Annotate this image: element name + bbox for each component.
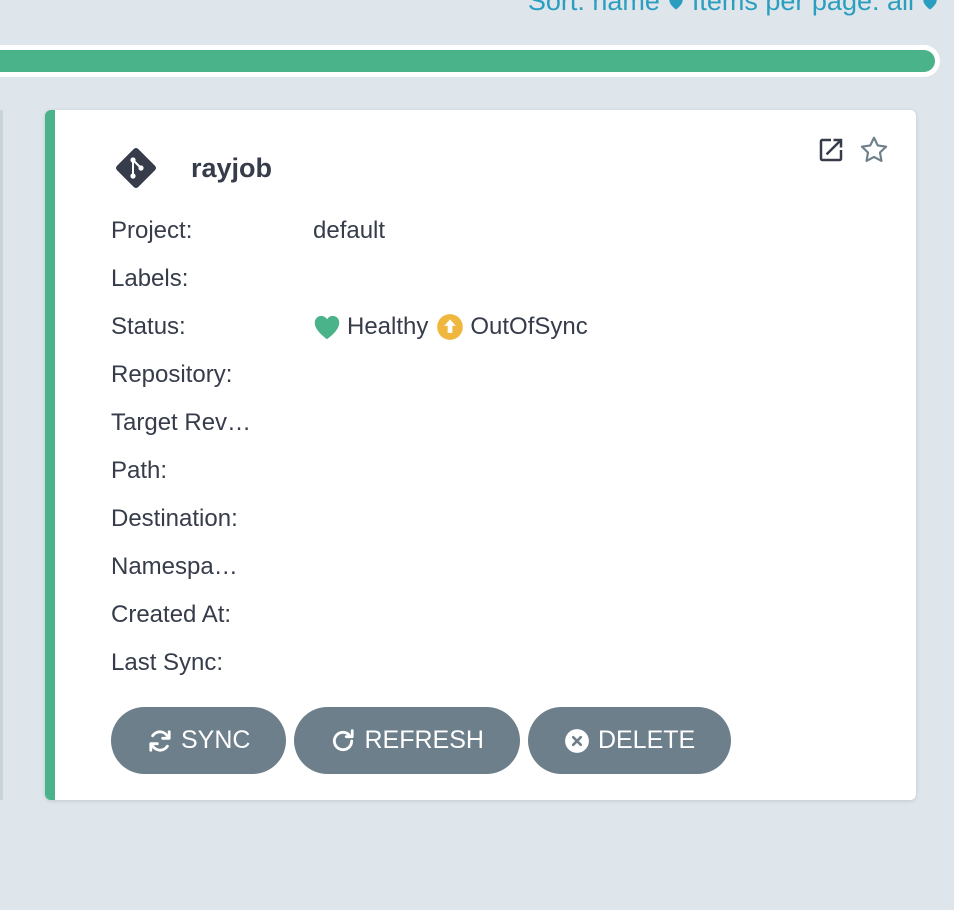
- times-circle-icon: [565, 728, 589, 753]
- health-status: Healthy: [347, 313, 429, 340]
- field-label: Status:: [111, 313, 186, 340]
- field-label: Labels:: [111, 265, 189, 292]
- sync-button-label: SYNC: [181, 726, 251, 754]
- field-label: Created At:: [111, 601, 232, 628]
- arrow-up-circle-icon: [437, 314, 464, 340]
- field-project: Project: default: [111, 207, 588, 255]
- tile-actions: [816, 134, 890, 166]
- field-label: Destination:: [111, 505, 238, 532]
- refresh-icon: [333, 728, 355, 751]
- field-label: Last Sync:: [111, 649, 224, 676]
- sort-dropdown[interactable]: Sort: name: [528, 0, 660, 17]
- field-label: Target Rev…: [111, 409, 252, 436]
- field-labels: Labels:: [111, 255, 588, 303]
- sync-icon: [149, 729, 171, 752]
- delete-button-label: DELETE: [597, 726, 696, 754]
- sync-status: OutOfSync: [470, 313, 588, 340]
- chevron-down-icon[interactable]: [666, 0, 686, 12]
- delete-button[interactable]: DELETE: [527, 707, 732, 774]
- application-tile[interactable]: rayjob Project: default Labels: Status: …: [45, 110, 916, 800]
- field-label: Path:: [111, 457, 168, 484]
- app-details: Project: default Labels: Status: Healthy…: [111, 207, 588, 687]
- heart-icon: [314, 315, 340, 340]
- status-value: Healthy OutOfSync: [313, 313, 588, 341]
- field-destination: Destination:: [111, 495, 588, 543]
- external-link-icon[interactable]: [816, 135, 846, 165]
- git-icon: [116, 148, 156, 188]
- field-target-revision: Target Rev…: [111, 399, 588, 447]
- field-label: Repository:: [111, 361, 233, 388]
- field-path: Path:: [111, 447, 588, 495]
- status-progress-fill: [0, 50, 935, 72]
- tile-buttons: SYNC REFRESH DELETE: [111, 707, 732, 774]
- app-header: rayjob: [111, 143, 272, 193]
- field-created-at: Created At:: [111, 591, 588, 639]
- field-label: Project:: [111, 217, 193, 244]
- adjacent-card-edge: [0, 110, 3, 800]
- sync-button[interactable]: SYNC: [111, 707, 287, 774]
- app-name[interactable]: rayjob: [191, 153, 272, 184]
- sort-bar: Sort: name Items per page: all: [528, 0, 940, 17]
- field-repository: Repository:: [111, 351, 588, 399]
- field-status: Status: Healthy OutOfSync: [111, 303, 588, 351]
- refresh-button-label: REFRESH: [364, 726, 484, 754]
- field-label: Namespa…: [111, 553, 238, 580]
- star-icon[interactable]: [858, 134, 890, 166]
- chevron-down-icon[interactable]: [920, 0, 940, 12]
- items-per-page-dropdown[interactable]: Items per page: all: [692, 0, 914, 17]
- field-last-sync: Last Sync:: [111, 639, 588, 687]
- refresh-button[interactable]: REFRESH: [294, 707, 520, 774]
- field-namespace: Namespa…: [111, 543, 588, 591]
- status-progress-bar: [0, 45, 940, 77]
- field-value: default: [313, 217, 386, 244]
